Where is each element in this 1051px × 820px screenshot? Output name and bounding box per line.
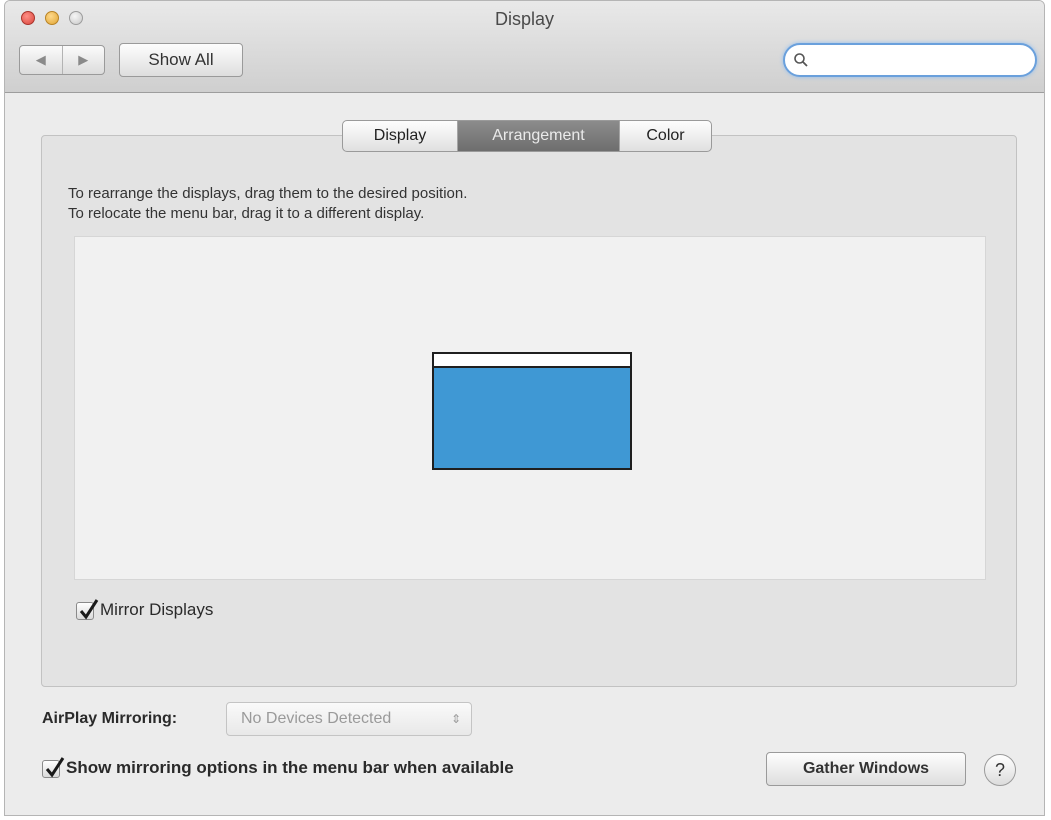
show-mirroring-options-checkbox[interactable] bbox=[42, 757, 65, 778]
menu-bar-indicator[interactable] bbox=[434, 354, 630, 368]
help-icon[interactable]: ? bbox=[984, 754, 1016, 786]
airplay-mirroring-label: AirPlay Mirroring: bbox=[42, 710, 178, 727]
updown-icon: ⇕ bbox=[450, 712, 461, 726]
instruction-line-1: To rearrange the displays, drag them to … bbox=[68, 185, 468, 202]
mirror-displays-checkbox[interactable] bbox=[76, 599, 99, 620]
search-icon bbox=[793, 52, 809, 68]
tab-arrangement[interactable]: Arrangement bbox=[457, 121, 619, 151]
tab-display[interactable]: Display bbox=[343, 121, 457, 151]
checkmark-icon bbox=[79, 599, 99, 620]
mirror-displays-label: Mirror Displays bbox=[100, 600, 214, 619]
show-mirroring-options-label: Show mirroring options in the menu bar w… bbox=[66, 758, 514, 777]
tab-bar: Display Arrangement Color bbox=[342, 120, 712, 152]
title-bar: Display ◀ ▶ Show All bbox=[5, 1, 1044, 93]
show-all-button[interactable]: Show All bbox=[119, 43, 243, 77]
forward-icon[interactable]: ▶ bbox=[61, 46, 105, 74]
arrangement-instructions: To rearrange the displays, drag them to … bbox=[68, 184, 467, 224]
airplay-selected-value: No Devices Detected bbox=[241, 710, 392, 727]
gather-windows-button[interactable]: Gather Windows bbox=[766, 752, 966, 786]
window-title: Display bbox=[494, 9, 555, 29]
back-icon[interactable]: ◀ bbox=[20, 46, 62, 74]
tab-color[interactable]: Color bbox=[619, 121, 711, 151]
instruction-line-2: To relocate the menu bar, drag it to a d… bbox=[68, 205, 425, 222]
back-forward-control: ◀ ▶ bbox=[19, 45, 105, 75]
search-field[interactable] bbox=[783, 43, 1037, 77]
display-thumbnail[interactable] bbox=[432, 352, 632, 470]
checkmark-icon bbox=[45, 757, 65, 778]
search-input[interactable] bbox=[813, 50, 1013, 70]
airplay-device-select[interactable]: No Devices Detected ⇕ bbox=[226, 702, 472, 736]
